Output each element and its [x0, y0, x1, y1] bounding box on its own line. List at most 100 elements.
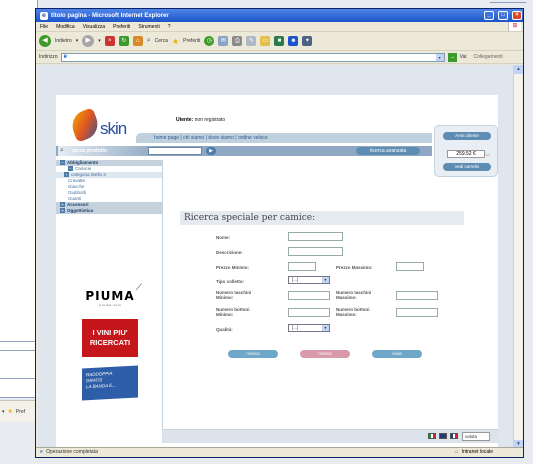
- vertical-scrollbar[interactable]: ▲ ▼: [513, 65, 523, 449]
- menu-visualizza[interactable]: Visualizza: [83, 24, 105, 30]
- messenger-icon[interactable]: ☻: [288, 36, 299, 46]
- address-dropdown-icon[interactable]: ▾: [435, 53, 444, 61]
- back-arrow-icon[interactable]: ◀: [39, 35, 51, 47]
- minimize-button[interactable]: _: [484, 11, 494, 20]
- stop-icon[interactable]: ×: [104, 36, 115, 46]
- promo-line3: LA BANDA E...: [86, 382, 116, 390]
- print-icon[interactable]: ⎙: [232, 36, 243, 46]
- background-line: [0, 341, 38, 342]
- page-icon: e: [63, 54, 67, 60]
- menu-strumenti[interactable]: Strumenti: [138, 24, 159, 30]
- ricerca-button[interactable]: ricerca: [228, 350, 278, 358]
- ricerca-reset-button[interactable]: ricerca: [300, 350, 350, 358]
- menu-help[interactable]: ?: [168, 24, 171, 30]
- taschini-max-input[interactable]: [396, 291, 438, 300]
- advanced-search-button[interactable]: ricerca avanzata: [356, 147, 420, 155]
- prezzo-minimo-input[interactable]: [288, 262, 316, 271]
- product-search-input[interactable]: [148, 147, 202, 155]
- view-cart-button[interactable]: vedi carrello: [443, 163, 491, 171]
- promo-ad[interactable]: RADDOPPIA GRATIS LA BANDA E...: [82, 365, 138, 401]
- links-label[interactable]: Collegamenti: [473, 54, 502, 60]
- bg-favorites-label[interactable]: Pref: [16, 409, 25, 415]
- site-nav[interactable]: home page | chi siamo | dove siamo | ord…: [136, 133, 432, 143]
- home-icon[interactable]: ⌂: [132, 36, 143, 46]
- close-button[interactable]: ×: [512, 11, 522, 20]
- qualita-select[interactable]: [...] ▼: [288, 324, 330, 332]
- tipo-colletto-select[interactable]: [...] ▼: [288, 276, 330, 284]
- bottoni-min-input[interactable]: [288, 308, 330, 317]
- page-status-icon: e: [40, 449, 43, 455]
- bottoni-min-label: Numero bottoni Minimo:: [216, 307, 250, 317]
- category-label: Camicie: [75, 166, 92, 171]
- favorites-star-icon[interactable]: ★: [172, 37, 179, 46]
- expand-icon[interactable]: −: [68, 166, 73, 172]
- menu-modifica[interactable]: Modifica: [56, 24, 75, 30]
- taschini-min-label: Numero taschini Minimo:: [216, 290, 251, 300]
- search-bar: cerca prodotto ⌕ ▶ ricerca avanzata: [56, 146, 432, 156]
- select-arrow-icon[interactable]: ▼: [322, 277, 329, 283]
- valuta-select[interactable]: valuta: [462, 432, 490, 441]
- go-label[interactable]: Vai: [460, 54, 467, 60]
- uk-flag-icon[interactable]: [439, 433, 447, 439]
- address-input[interactable]: e ▾: [60, 52, 445, 62]
- favorites-label[interactable]: Preferiti: [183, 38, 200, 44]
- expand-icon[interactable]: +: [64, 172, 69, 178]
- nome-input[interactable]: [288, 232, 343, 241]
- prezzo-massimo-input[interactable]: [396, 262, 424, 271]
- chevron-down-icon[interactable]: ▾: [98, 38, 101, 44]
- refresh-icon[interactable]: ↻: [118, 36, 129, 46]
- puma-cat-icon: ⟋: [135, 281, 142, 292]
- piuma-ad[interactable]: ⟋ PIUMA p i u m a . c o m: [70, 275, 150, 313]
- scroll-up-icon[interactable]: ▲: [514, 65, 523, 74]
- select-arrow-icon[interactable]: ▼: [322, 325, 329, 331]
- cart-icon[interactable]: ◡: [485, 150, 490, 157]
- history-icon[interactable]: ◷: [204, 36, 215, 46]
- skin-logo[interactable]: skin: [67, 107, 142, 147]
- prezzo-minimo-label: Prezzo Minimo:: [216, 265, 250, 270]
- go-arrow-icon[interactable]: →: [447, 52, 457, 62]
- address-label: Indirizzo: [39, 54, 58, 60]
- chevron-down-icon[interactable]: ▾: [76, 38, 79, 44]
- cart-box: Area cliente 259.52 € ◡ vedi carrello: [434, 125, 498, 177]
- menu-bar: File Modifica Visualizza Preferiti Strum…: [36, 22, 523, 32]
- cart-total: 259.52 €: [447, 150, 485, 158]
- tools-icon[interactable]: ✦: [302, 36, 313, 46]
- edit-icon[interactable]: ✎: [246, 36, 257, 46]
- user-status: Utente: non registrato: [176, 117, 225, 123]
- descrizione-input[interactable]: [288, 247, 343, 256]
- vini-line1: I VINI PIU': [92, 328, 128, 337]
- menu-file[interactable]: File: [40, 24, 48, 30]
- ad-column: ⟋ PIUMA p i u m a . c o m I VINI PIU' RI…: [70, 275, 150, 401]
- french-flag-icon[interactable]: [450, 433, 458, 439]
- category-item[interactable]: + Oggettistica: [56, 208, 162, 214]
- background-toolbar: ▾ ★ Pref: [0, 400, 40, 422]
- expand-icon[interactable]: −: [60, 160, 65, 166]
- bottoni-max-input[interactable]: [396, 308, 438, 317]
- research-icon[interactable]: ■: [274, 36, 285, 46]
- area-clienti-button[interactable]: Area cliente: [443, 132, 491, 140]
- italian-flag-icon[interactable]: [428, 433, 436, 439]
- maximize-button[interactable]: □: [498, 11, 508, 20]
- expand-icon[interactable]: +: [60, 202, 65, 208]
- status-text: Operazione completata: [46, 449, 98, 455]
- search-icon[interactable]: ⌕: [147, 37, 151, 45]
- background-line: [0, 378, 38, 379]
- search-label[interactable]: Cerca: [155, 38, 168, 44]
- background-line: [490, 2, 526, 3]
- taschini-min-input[interactable]: [288, 291, 330, 300]
- forward-arrow-icon[interactable]: ▶: [82, 35, 95, 47]
- zone-text: Intranet locale: [461, 449, 493, 455]
- site-footer: valuta: [162, 429, 498, 443]
- logo-leaf-icon: [67, 107, 103, 143]
- label-line: Massimo:: [336, 312, 357, 317]
- search-go-button[interactable]: ▶: [206, 147, 216, 155]
- invia-button[interactable]: invia: [372, 350, 422, 358]
- menu-preferiti[interactable]: Preferiti: [113, 24, 130, 30]
- vini-ad[interactable]: I VINI PIU' RICERCATI: [82, 319, 138, 357]
- browser-window: e titolo pagina - Microsoft Internet Exp…: [35, 8, 524, 458]
- mail-icon[interactable]: ✉: [218, 36, 229, 46]
- folder-icon[interactable]: ▭: [260, 36, 271, 46]
- back-label[interactable]: Indietro: [55, 38, 72, 44]
- expand-icon[interactable]: +: [60, 208, 65, 214]
- toolbar: ◀ Indietro ▾ ▶ ▾ × ↻ ⌂ ⌕ Cerca ★ Preferi…: [36, 32, 523, 51]
